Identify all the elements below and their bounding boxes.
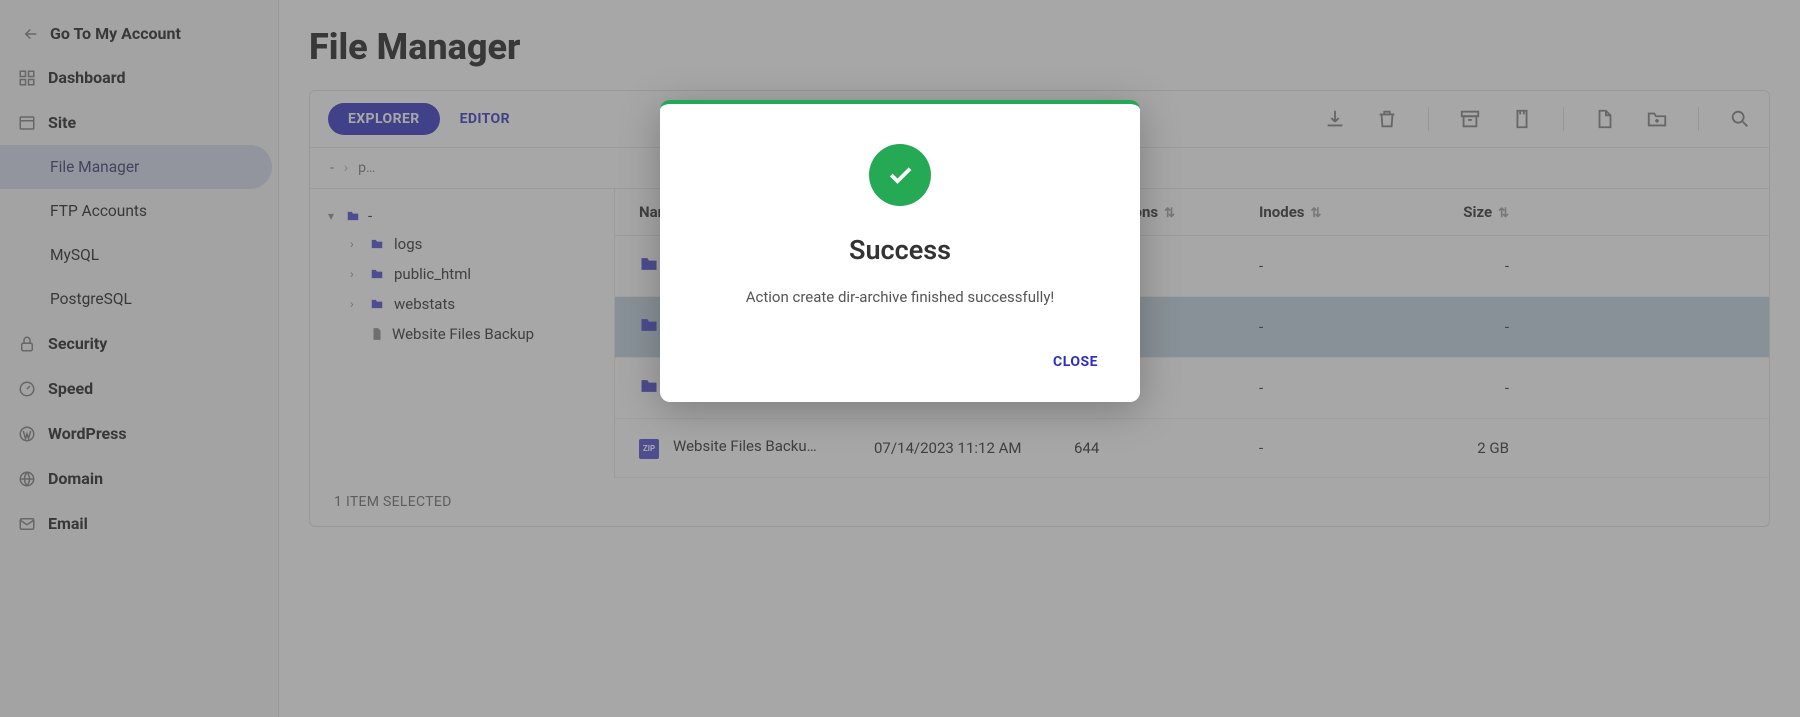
close-button[interactable]: CLOSE [1041,346,1110,378]
modal-overlay[interactable]: Success Action create dir-archive finish… [0,0,1800,717]
modal-message: Action create dir-archive finished succe… [690,288,1110,306]
check-circle-icon [869,144,931,206]
modal-title: Success [690,234,1110,266]
success-modal: Success Action create dir-archive finish… [660,100,1140,402]
